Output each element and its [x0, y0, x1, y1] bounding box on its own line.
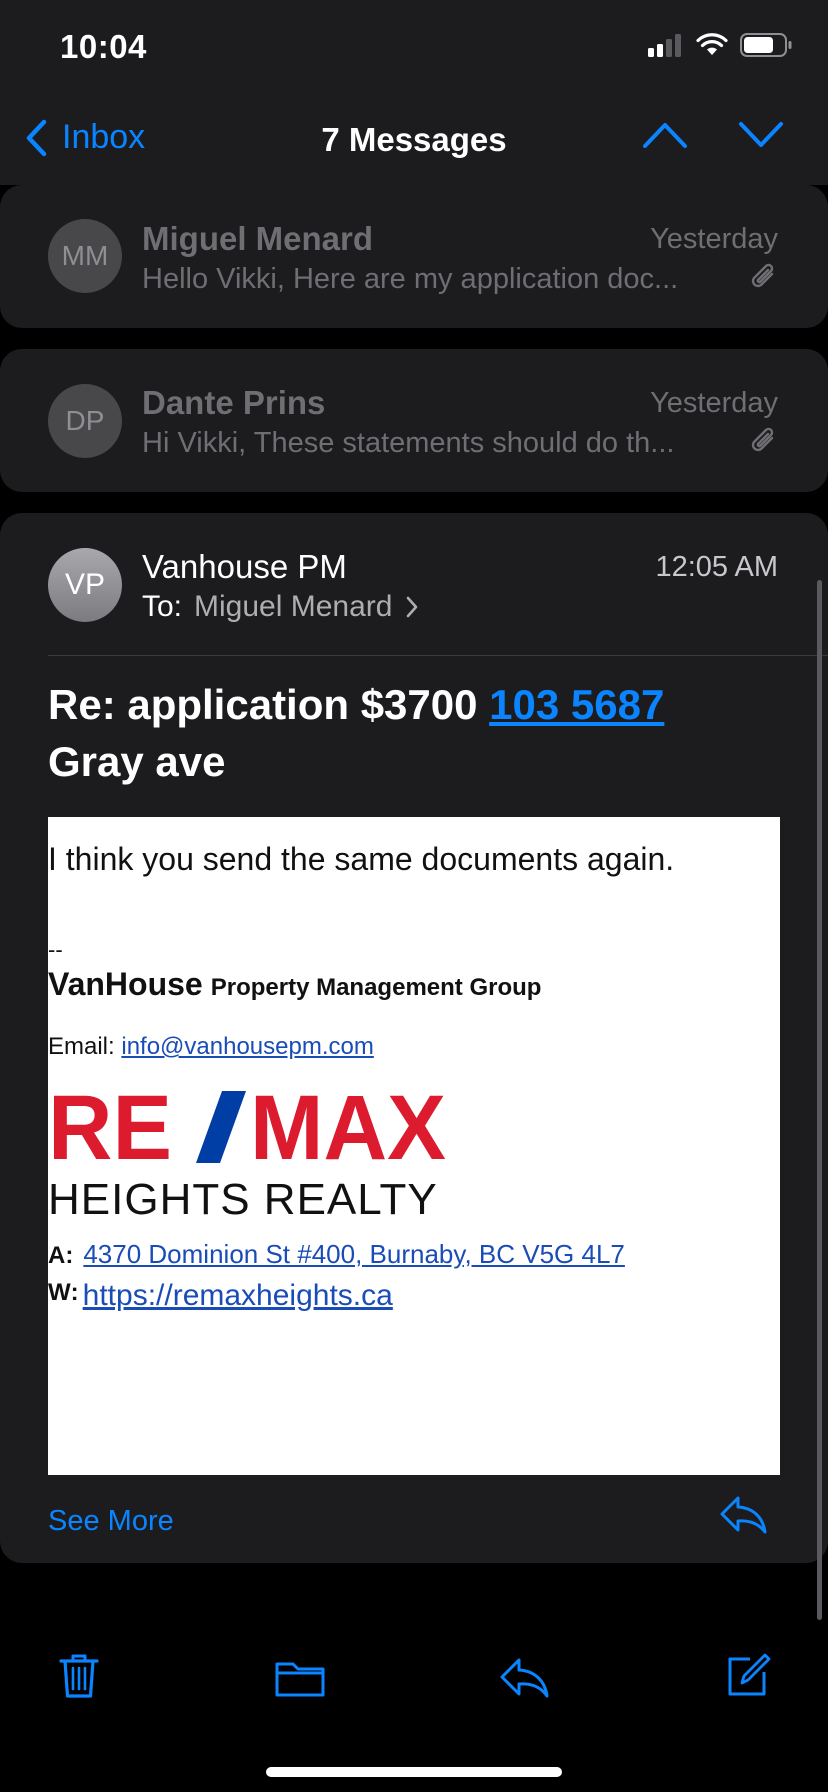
company-name: VanHouse — [48, 966, 203, 1002]
wifi-icon — [696, 33, 728, 55]
paperclip-icon — [751, 427, 774, 452]
reply-icon[interactable] — [718, 1494, 768, 1536]
address-label: A — [48, 1242, 66, 1269]
see-more-button[interactable]: See More — [48, 1505, 174, 1538]
collapsed-message-card[interactable]: DP Dante Prins Yesterday Hi Vikki, These… — [0, 349, 828, 492]
email-label: Email: — [48, 1033, 115, 1060]
website-link[interactable]: https://remaxheights.ca — [83, 1279, 393, 1312]
signature-website: W: https://remaxheights.ca — [48, 1279, 393, 1312]
company-subtitle: Property Management Group — [210, 974, 542, 1001]
next-message-chevron-down-icon[interactable] — [738, 120, 784, 150]
recipient-line[interactable]: To: Miguel Menard — [142, 590, 420, 624]
realty-name: HEIGHTS REALTY — [48, 1175, 438, 1224]
home-indicator[interactable] — [266, 1767, 562, 1777]
message-date: Yesterday — [650, 223, 778, 255]
chevron-right-icon — [407, 596, 418, 618]
subject-text-continued: Gray ave — [48, 738, 226, 785]
navigation-bar: 10:04 Inbox 7 Messages — [0, 0, 828, 185]
compose-icon[interactable] — [724, 1650, 772, 1698]
paperclip-icon — [751, 263, 774, 288]
signature-address: A: 4370 Dominion St #400, Burnaby, BC V5G… — [48, 1239, 625, 1269]
reply-toolbar-icon[interactable] — [498, 1656, 550, 1700]
address-link[interactable]: 4370 Dominion St #400, Burnaby, BC V5G 4… — [83, 1239, 625, 1269]
svg-text:RE: RE — [48, 1087, 172, 1167]
website-label: W — [48, 1279, 71, 1306]
status-time: 10:04 — [60, 28, 147, 65]
status-icons — [648, 32, 794, 58]
back-to-inbox-button[interactable]: Inbox — [24, 118, 145, 157]
message-preview: Hello Vikki, Here are my application doc… — [142, 263, 679, 295]
trash-icon[interactable] — [58, 1652, 100, 1700]
svg-text:MAX: MAX — [250, 1087, 446, 1167]
remax-logo: RE MAX — [48, 1087, 446, 1167]
scrollbar[interactable] — [817, 580, 822, 1620]
previous-message-chevron-up-icon[interactable] — [642, 120, 688, 150]
to-label: To: — [142, 590, 183, 623]
signature-company: VanHouse Property Management Group — [48, 966, 541, 1003]
message-subject: Re: application $3700 103 5687 Gray ave — [48, 676, 788, 790]
message-date: Yesterday — [650, 387, 778, 419]
folder-icon[interactable] — [274, 1658, 326, 1698]
collapsed-message-card[interactable]: MM Miguel Menard Yesterday Hello Vikki, … — [0, 185, 828, 328]
message-preview: Hi Vikki, These statements should do th.… — [142, 427, 675, 459]
email-link[interactable]: info@vanhousepm.com — [121, 1033, 374, 1060]
message-body: I think you send the same documents agai… — [48, 817, 780, 1475]
subject-text: Re: application $3700 — [48, 681, 490, 728]
chevron-left-icon — [26, 119, 47, 156]
sender-name: Dante Prins — [142, 384, 326, 421]
battery-icon — [740, 33, 792, 57]
body-text: I think you send the same documents agai… — [48, 841, 675, 877]
avatar: VP — [48, 548, 122, 622]
sender-name[interactable]: Vanhouse PM — [142, 548, 347, 586]
sender-name: Miguel Menard — [142, 220, 374, 257]
subject-phone-link[interactable]: 103 5687 — [489, 681, 664, 728]
back-label: Inbox — [62, 118, 146, 156]
avatar: DP — [48, 384, 122, 458]
avatar: MM — [48, 219, 122, 293]
signature-separator: -- — [48, 937, 63, 962]
signature-email: Email: info@vanhousepm.com — [48, 1033, 374, 1061]
signal-icon — [648, 34, 681, 57]
message-time: 12:05 AM — [655, 551, 778, 583]
header-divider — [48, 655, 828, 656]
recipient-name: Miguel Menard — [194, 590, 393, 623]
